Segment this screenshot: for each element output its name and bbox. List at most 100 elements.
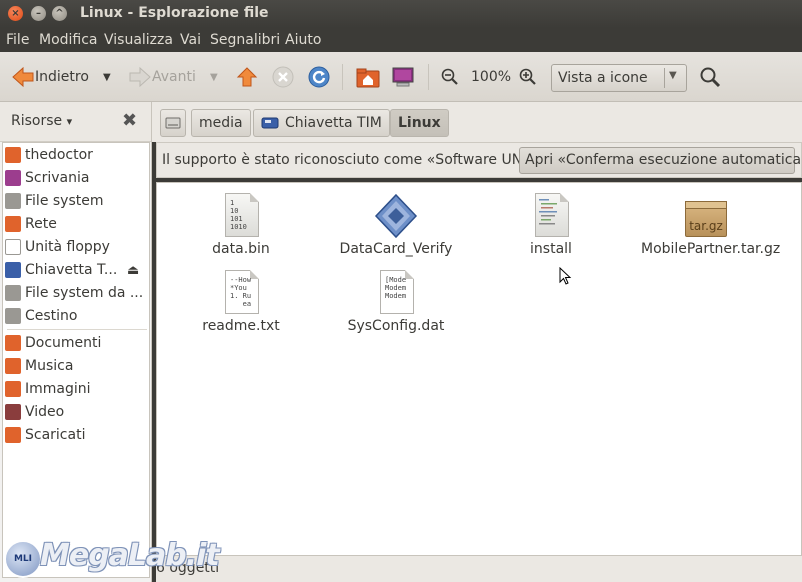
close-sidebar-button[interactable]: ✖ xyxy=(122,110,137,131)
toolbar: Indietro ▼ Avanti ▼ 100% Vista a icone ▼ xyxy=(0,52,802,102)
menu-file[interactable]: File xyxy=(6,32,29,48)
home-folder-icon xyxy=(5,147,21,163)
file-item[interactable]: [Mode Modem Modem SysConfig.dat xyxy=(331,270,461,334)
zoom-in-button[interactable] xyxy=(519,65,537,89)
menu-visualizza[interactable]: Visualizza xyxy=(104,32,173,48)
breadcrumb-label: Chiavetta TIM xyxy=(285,115,382,131)
reload-button[interactable] xyxy=(308,65,330,89)
up-button[interactable] xyxy=(236,65,258,89)
documents-folder-icon xyxy=(5,335,21,351)
breadcrumb-linux[interactable]: Linux xyxy=(390,109,449,137)
sidebar-item-scaricati[interactable]: Scaricati xyxy=(5,424,85,446)
sidebar-item-thedoctor[interactable]: thedoctor xyxy=(5,144,93,166)
sidebar-item-documenti[interactable]: Documenti xyxy=(5,332,101,354)
back-button-label: Indietro xyxy=(35,69,89,85)
sidebar-item-file-system-da[interactable]: File system da ... xyxy=(5,282,143,304)
megalab-watermark-logo: MLI MegaLab.it xyxy=(0,532,220,582)
zoom-level-text: 100% xyxy=(471,69,512,85)
file-name: readme.txt xyxy=(202,318,280,334)
sidebar-item-label: Unità floppy xyxy=(25,239,110,255)
eject-icon[interactable]: ⏏ xyxy=(127,263,139,278)
status-bar: 6 oggetti xyxy=(156,556,802,582)
forward-button[interactable]: Avanti xyxy=(128,65,196,89)
floppy-icon xyxy=(5,239,21,255)
file-preview: [Mode Modem Modem xyxy=(385,276,407,300)
sidebar-title: Risorse xyxy=(11,113,63,129)
menu-aiuto[interactable]: Aiuto xyxy=(285,32,321,48)
videos-folder-icon xyxy=(5,404,21,420)
sidebar-item-label: Musica xyxy=(25,358,74,374)
file-item[interactable]: --How *You 1. Ru ea readme.txt xyxy=(176,270,306,334)
view-mode-select[interactable]: Vista a icone ▼ xyxy=(551,64,687,92)
toolbar-separator xyxy=(342,64,343,90)
back-button[interactable]: Indietro xyxy=(11,65,89,89)
menu-vai[interactable]: Vai xyxy=(180,32,201,48)
autorun-info-bar: Il supporto è stato riconosciuto come «S… xyxy=(156,142,802,178)
executable-icon xyxy=(374,193,418,239)
up-arrow-icon xyxy=(236,67,258,87)
breadcrumb-media[interactable]: media xyxy=(191,109,251,137)
computer-button[interactable] xyxy=(391,65,415,89)
sidebar-item-video[interactable]: Video xyxy=(5,401,64,423)
breadcrumb-chiavetta-tim[interactable]: Chiavetta TIM xyxy=(253,109,390,137)
back-history-dropdown[interactable]: ▼ xyxy=(103,65,111,89)
places-list: thedoctor Scrivania File system Rete Uni… xyxy=(2,142,150,578)
file-item[interactable]: DataCard_Verify xyxy=(331,193,461,257)
sidebar-header: Risorse ▾ ✖ xyxy=(0,102,151,142)
sidebar-item-label: Cestino xyxy=(25,308,78,324)
menu-modifica[interactable]: Modifica xyxy=(39,32,98,48)
sidebar-item-label: thedoctor xyxy=(25,147,93,163)
stop-icon xyxy=(272,66,294,88)
chevron-down-icon: ▼ xyxy=(669,70,677,81)
sidebar-item-chiavetta[interactable]: Chiavetta T... ⏏ xyxy=(5,259,149,281)
file-view: 1 10 101 1010 data.bin DataCard_Verify i… xyxy=(156,182,802,556)
file-name: DataCard_Verify xyxy=(339,241,453,257)
maximize-window-button[interactable]: ^ xyxy=(52,6,67,21)
sidebar-item-floppy[interactable]: Unità floppy xyxy=(5,236,110,258)
file-item[interactable]: 1 10 101 1010 data.bin xyxy=(176,193,306,257)
dropdown-arrow-icon: ▼ xyxy=(210,71,218,83)
sidebar-title-arrow: ▾ xyxy=(66,115,73,128)
forward-history-dropdown[interactable]: ▼ xyxy=(210,65,218,89)
file-item[interactable]: install xyxy=(486,193,616,257)
sidebar-item-immagini[interactable]: Immagini xyxy=(5,378,91,400)
breadcrumb-label: Linux xyxy=(398,115,441,131)
drive-icon xyxy=(5,285,21,301)
stop-button[interactable] xyxy=(272,65,294,89)
sidebar-item-scrivania[interactable]: Scrivania xyxy=(5,167,89,189)
mouse-pointer-icon xyxy=(559,267,572,285)
forward-button-label: Avanti xyxy=(152,69,196,85)
archive-lid xyxy=(685,201,727,209)
open-autorun-button[interactable]: Apri «Conferma esecuzione automatica» xyxy=(519,147,802,174)
watermark-text: MegaLab.it xyxy=(40,538,220,573)
select-divider xyxy=(664,68,665,88)
file-name: data.bin xyxy=(212,241,270,257)
search-button[interactable] xyxy=(699,65,721,89)
zoom-out-button[interactable] xyxy=(441,65,459,89)
sidebar-item-label: Scaricati xyxy=(25,427,86,443)
sidebar-item-label: Rete xyxy=(25,216,57,232)
sidebar-item-rete[interactable]: Rete xyxy=(5,213,57,235)
minimize-window-button[interactable]: – xyxy=(31,6,46,21)
toolbar-separator xyxy=(428,64,429,90)
watermark-badge: MLI xyxy=(4,540,42,578)
sidebar-item-file-system[interactable]: File system xyxy=(5,190,104,212)
sidebar-title-dropdown[interactable]: Risorse ▾ xyxy=(11,113,72,129)
sidebar-item-cestino[interactable]: Cestino xyxy=(5,305,78,327)
computer-icon xyxy=(392,67,414,87)
breadcrumb-root[interactable] xyxy=(160,109,186,137)
trash-icon xyxy=(5,308,21,324)
dropdown-arrow-icon: ▼ xyxy=(103,71,111,83)
view-mode-value: Vista a icone xyxy=(558,70,648,86)
home-button[interactable] xyxy=(356,65,380,89)
menu-segnalibri[interactable]: Segnalibri xyxy=(210,32,280,48)
sidebar-item-label: Immagini xyxy=(25,381,91,397)
close-window-button[interactable]: × xyxy=(8,6,23,21)
sidebar-item-musica[interactable]: Musica xyxy=(5,355,73,377)
downloads-folder-icon xyxy=(5,427,21,443)
menu-bar: File Modifica Visualizza Vai Segnalibri … xyxy=(0,28,802,52)
file-name: SysConfig.dat xyxy=(347,318,445,334)
archive-label: tar.gz xyxy=(689,219,723,233)
sidebar-item-label: Documenti xyxy=(25,335,102,351)
file-item[interactable]: tar.gz MobilePartner.tar.gz xyxy=(641,193,780,257)
